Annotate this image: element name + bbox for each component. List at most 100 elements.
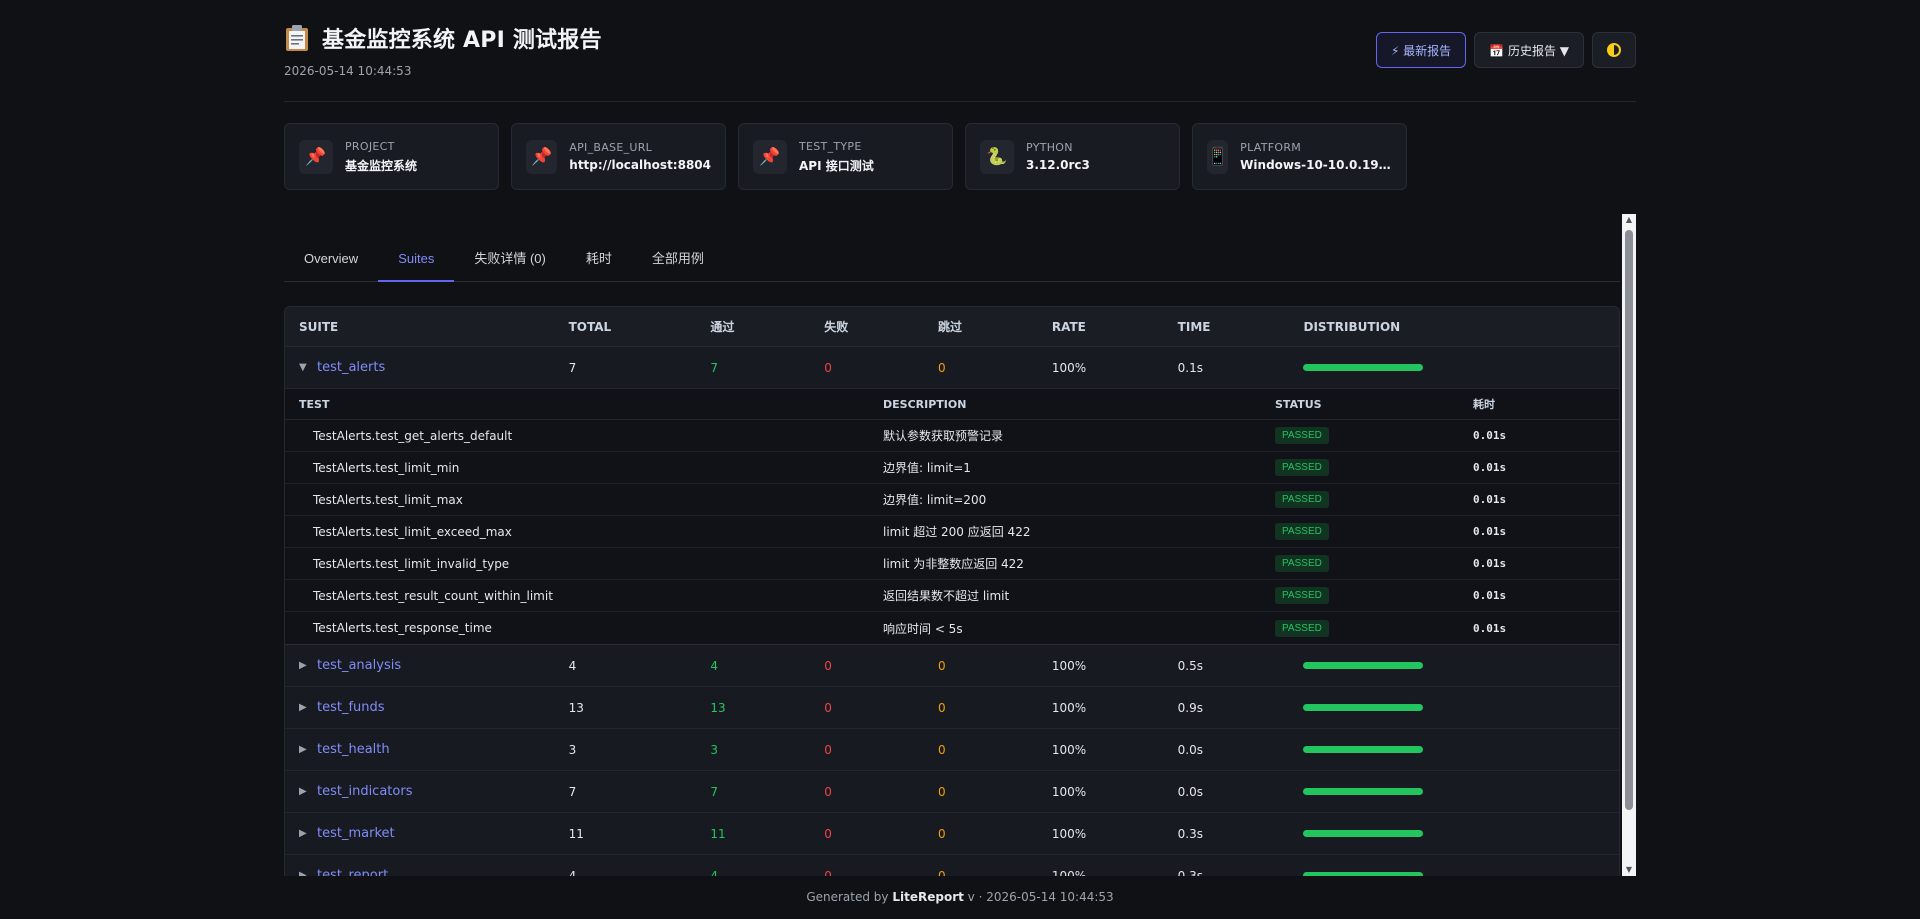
- test-description: 边界值: limit=200: [883, 493, 987, 507]
- suite-name[interactable]: test_market: [317, 826, 395, 841]
- suite-row[interactable]: ▶ test_funds 13 13 0 0 100% 0.9s: [285, 687, 1619, 729]
- suite-distribution: [1303, 364, 1619, 371]
- column-header: DISTRIBUTION: [1303, 319, 1401, 334]
- scrollbar-thumb[interactable]: [1625, 230, 1633, 810]
- test-name: TestAlerts.test_limit_invalid_type: [313, 556, 510, 571]
- env-label: PYTHON: [1026, 141, 1073, 154]
- suite-time: 0.3s: [1177, 826, 1204, 841]
- suite-row[interactable]: ▶ test_report 4 4 0 0 100% 0.3s: [285, 855, 1619, 876]
- test-duration: 0.01s: [1473, 589, 1507, 602]
- status-badge: PASSED: [1275, 459, 1329, 476]
- test-status: PASSED: [1275, 555, 1473, 572]
- caret-down-icon[interactable]: ▼: [299, 362, 309, 373]
- suite-distribution: [1303, 704, 1619, 711]
- status-badge: PASSED: [1275, 491, 1329, 508]
- suite-name[interactable]: test_alerts: [317, 360, 385, 375]
- test-description: limit 超过 200 应返回 422: [883, 525, 1031, 539]
- report-header: 基金监控系统 API 测试报告 2026-05-14 10:44:53 ⚡ 最新…: [284, 22, 1636, 102]
- column-header: TOTAL: [568, 319, 612, 334]
- suite-row[interactable]: ▼ test_alerts 7 7 0 0 100% 0.1s: [285, 347, 1619, 389]
- suites-scroll-area[interactable]: SUITE TOTAL 通过 失败 跳过 RATE TIME DISTRIBUTION ▼ te…: [284, 306, 1620, 876]
- suite-skip-count: 0: [938, 826, 946, 841]
- suite-rate: 100%: [1051, 826, 1087, 841]
- suite-detail-panel: TEST DESCRIPTION STATUS 耗时 TestAlerts.test_g…: [285, 389, 1619, 645]
- suite-skip-count: 0: [938, 868, 946, 877]
- test-status: PASSED: [1275, 459, 1473, 476]
- theme-toggle-button[interactable]: [1592, 32, 1636, 68]
- env-card-python: 🐍 PYTHON 3.12.0rc3: [965, 123, 1180, 190]
- column-header: SUITE: [299, 319, 339, 334]
- tab-4[interactable]: 全部用例: [632, 238, 724, 282]
- suite-rate: 100%: [1051, 700, 1087, 715]
- test-description: 边界值: limit=1: [883, 461, 971, 475]
- suite-name[interactable]: test_analysis: [317, 658, 401, 673]
- test-name: TestAlerts.test_limit_min: [313, 460, 460, 475]
- suite-name[interactable]: test_indicators: [317, 784, 412, 799]
- tab-1[interactable]: Suites: [378, 238, 455, 282]
- test-name: TestAlerts.test_result_count_within_limi…: [313, 588, 553, 603]
- suite-row[interactable]: ▶ test_market 11 11 0 0 100% 0.3s: [285, 813, 1619, 855]
- status-badge: PASSED: [1275, 427, 1329, 444]
- suite-skip-count: 0: [938, 360, 946, 375]
- suite-row[interactable]: ▶ test_analysis 4 4 0 0 100% 0.5s: [285, 645, 1619, 687]
- suite-time: 0.1s: [1177, 360, 1204, 375]
- suite-distribution: [1303, 746, 1619, 753]
- caret-right-icon[interactable]: ▶: [299, 828, 309, 839]
- caret-right-icon[interactable]: ▶: [299, 786, 309, 797]
- suites-table: SUITE TOTAL 通过 失败 跳过 RATE TIME DISTRIBUTION ▼ te…: [284, 306, 1620, 876]
- env-label: API_BASE_URL: [569, 141, 653, 154]
- detail-column-header: 耗时: [1473, 398, 1495, 411]
- suite-skip-count: 0: [938, 700, 946, 715]
- report-tabs: Overview Suites 失败详情 (0) 耗时 全部用例: [284, 238, 1620, 282]
- status-badge: PASSED: [1275, 619, 1329, 637]
- scroll-up-icon[interactable]: ▲: [1622, 214, 1636, 226]
- tab-2[interactable]: 失败详情 (0): [454, 238, 566, 282]
- suite-fail-count: 0: [824, 360, 832, 375]
- suite-distribution: [1303, 872, 1619, 876]
- env-label: TEST_TYPE: [799, 139, 862, 153]
- scroll-down-icon[interactable]: ▼: [1622, 864, 1636, 876]
- env-card-text: API_BASE_URL http://localhost:8804: [569, 141, 711, 172]
- test-row[interactable]: TestAlerts.test_result_count_within_limi…: [285, 580, 1619, 612]
- clipboard-icon: [286, 25, 308, 51]
- test-row[interactable]: TestAlerts.test_limit_exceed_max limit 超过…: [285, 516, 1619, 548]
- status-badge: PASSED: [1275, 587, 1329, 604]
- column-header: 跳过: [938, 320, 963, 334]
- status-badge: PASSED: [1275, 523, 1329, 540]
- test-row[interactable]: TestAlerts.test_get_alerts_default 默认参数获取…: [285, 420, 1619, 452]
- distribution-bar: [1303, 746, 1424, 753]
- theme-toggle-icon: [1607, 43, 1621, 57]
- test-name: TestAlerts.test_get_alerts_default: [313, 428, 513, 443]
- pin-icon: 📌: [526, 139, 558, 174]
- env-card-test-type: 📌 TEST_TYPE API 接口测试: [738, 123, 953, 190]
- caret-right-icon[interactable]: ▶: [299, 702, 309, 713]
- test-name: TestAlerts.test_response_time: [313, 621, 492, 635]
- suite-row[interactable]: ▶ test_indicators 7 7 0 0 100% 0.0s: [285, 771, 1619, 813]
- latest-report-button[interactable]: ⚡ 最新报告: [1375, 32, 1467, 68]
- vertical-scrollbar[interactable]: ▲ ▼: [1622, 214, 1636, 876]
- suite-fail-count: 0: [824, 742, 832, 757]
- env-label: PLATFORM: [1240, 141, 1302, 154]
- history-report-button[interactable]: 📅 历史报告 ▼: [1474, 32, 1584, 68]
- test-row[interactable]: TestAlerts.test_limit_invalid_type limit …: [285, 548, 1619, 580]
- suite-total: 4: [568, 868, 577, 877]
- suite-name[interactable]: test_funds: [317, 700, 385, 715]
- header-actions: ⚡ 最新报告 📅 历史报告 ▼: [1375, 32, 1636, 68]
- suite-row[interactable]: ▶ test_health 3 3 0 0 100% 0.0s: [285, 729, 1619, 771]
- suite-skip-count: 0: [938, 742, 946, 757]
- caret-right-icon[interactable]: ▶: [299, 744, 309, 755]
- tab-0[interactable]: Overview: [284, 238, 378, 282]
- caret-right-icon[interactable]: ▶: [299, 870, 309, 876]
- suite-cell: ▶ test_report: [285, 868, 569, 876]
- suite-time: 0.9s: [1177, 700, 1204, 715]
- test-row[interactable]: TestAlerts.test_limit_max 边界值: limit=200 P…: [285, 484, 1619, 516]
- env-value: http://localhost:8804: [569, 158, 711, 172]
- suite-name[interactable]: test_report: [317, 868, 388, 876]
- test-row[interactable]: TestAlerts.test_response_time 响应时间 < 5s PA…: [285, 612, 1619, 644]
- test-row[interactable]: TestAlerts.test_limit_min 边界值: limit=1 PAS…: [285, 452, 1619, 484]
- suite-name[interactable]: test_health: [317, 742, 390, 757]
- tab-3[interactable]: 耗时: [566, 238, 632, 282]
- test-status: PASSED: [1275, 523, 1473, 540]
- caret-right-icon[interactable]: ▶: [299, 660, 309, 671]
- suite-fail-count: 0: [824, 658, 832, 673]
